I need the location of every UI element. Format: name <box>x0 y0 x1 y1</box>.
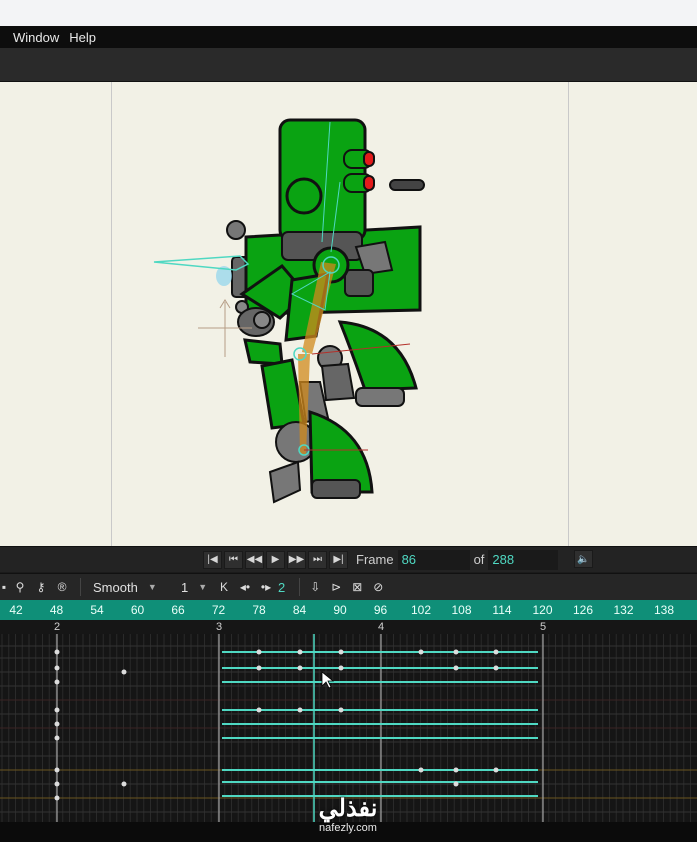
ruler-label: 96 <box>373 603 388 617</box>
keyframe-dot <box>54 735 60 741</box>
keyframe-dot <box>297 665 303 671</box>
keyframe-dot <box>493 767 499 773</box>
chevron-down-icon: ▼ <box>198 582 208 592</box>
ruler-label: 54 <box>90 603 104 617</box>
keyframe-dot <box>338 665 344 671</box>
watermark-logo: نفذلي nafezly.com <box>318 795 378 835</box>
watermark-arabic: نفذلي <box>318 795 378 822</box>
keyframe-dot <box>54 679 60 685</box>
stage-canvas[interactable] <box>0 82 697 546</box>
tool-clipped-icon[interactable]: ▪ <box>0 578 8 596</box>
keyframe-dot <box>453 649 459 655</box>
keyframe-dot <box>453 665 459 671</box>
keyframe-k-icon[interactable]: K <box>215 578 233 596</box>
keyframe-dot <box>493 649 499 655</box>
ruler-label: 48 <box>49 603 64 617</box>
keyframe-dot <box>54 767 60 773</box>
play-button[interactable]: ▶ <box>266 550 285 569</box>
interpolation-dropdown[interactable]: Smooth ▼ <box>87 577 175 597</box>
timeline-tracks[interactable] <box>0 634 697 822</box>
first-frame-button[interactable]: |◀ <box>203 550 222 569</box>
keyframe-marker-row: 2 3 4 5 <box>0 620 697 634</box>
ruler-label: 114 <box>492 603 512 617</box>
ruler-label: 78 <box>252 603 266 617</box>
step-dropdown[interactable]: 1 ▼ <box>175 577 215 597</box>
keyframe-dot <box>54 721 60 727</box>
keyframe-dot <box>338 649 344 655</box>
keyframe-dot <box>256 649 262 655</box>
ruler-label: 120 <box>532 603 553 617</box>
keyframe-dot <box>418 649 424 655</box>
volume-icon[interactable]: 🔈 <box>574 550 593 568</box>
keyframe-dot <box>54 649 60 655</box>
ruler-label: 132 <box>613 603 634 617</box>
ruler-label: 90 <box>333 603 347 617</box>
keyframe-dot <box>493 665 499 671</box>
keyframe-dot <box>453 767 459 773</box>
key-shape-icon[interactable]: ⊳ <box>327 578 345 596</box>
ruler-label: 42 <box>9 603 23 617</box>
robot-character[interactable] <box>0 82 697 546</box>
separator <box>299 578 301 596</box>
ruler-label: 138 <box>653 603 675 617</box>
keyframe-marker-label: 3 <box>216 621 223 633</box>
ruler-label: 126 <box>572 603 594 617</box>
menu-window[interactable]: Window <box>13 30 59 45</box>
total-frames-field[interactable]: 288 <box>488 549 559 570</box>
menu-bar: Window Help <box>0 26 697 48</box>
step-forward-button[interactable]: ▶▶ <box>287 550 306 569</box>
separator <box>80 578 81 596</box>
frame-label: Frame <box>356 552 394 567</box>
bone-tool-icon[interactable]: ⚲ <box>11 578 29 596</box>
ruler-label: 72 <box>211 603 226 617</box>
browser-top-strip <box>0 0 697 26</box>
of-label: of <box>473 552 485 567</box>
ruler-label: 66 <box>171 603 185 617</box>
keyframe-dot <box>256 707 262 713</box>
keyframe-dot <box>297 649 303 655</box>
ruler-label: 108 <box>451 603 472 617</box>
keyframe-dot <box>54 707 60 713</box>
keyframe-dot <box>418 767 424 773</box>
key-left-icon[interactable]: ◂• <box>236 578 254 596</box>
step-value: 1 <box>181 579 189 595</box>
step-back-button[interactable]: ◀◀ <box>245 550 264 569</box>
ruler-label: 102 <box>410 603 432 617</box>
keyframe-dot <box>453 781 459 787</box>
last-frame-button[interactable]: ▶| <box>329 550 348 569</box>
keyframe-marker-label: 5 <box>540 621 547 633</box>
timeline-toolbar: ▪ ⚲ ⚷ ® Smooth ▼ 1 ▼ K ◂• •▸ 2 ⇩ ⊳ ⊠ ⊘ <box>0 573 697 600</box>
reset-tool-icon[interactable]: ® <box>53 578 71 596</box>
interpolation-value: Smooth <box>93 579 138 595</box>
keyframe-dot <box>54 795 60 801</box>
playback-bar: |◀ ⏮ ◀◀ ▶ ▶▶ ⏭ ▶| Frame 86 of 288 🔈 <box>0 546 697 572</box>
tools-bar <box>0 48 697 82</box>
menu-help[interactable]: Help <box>69 30 96 45</box>
keyframe-dot <box>121 781 127 787</box>
watermark-url: nafezly.com <box>319 822 377 834</box>
keyframe-marker-label: 4 <box>378 621 385 633</box>
next-keyframe-button[interactable]: ⏭ <box>308 550 327 569</box>
key-step-value: 2 <box>278 579 286 595</box>
delete-key-icon[interactable]: ⊠ <box>348 578 366 596</box>
previous-keyframe-button[interactable]: ⏮ <box>224 550 243 569</box>
key-right-icon[interactable]: •▸ <box>257 578 275 596</box>
keyframe-dot <box>256 665 262 671</box>
keyframe-dot <box>338 707 344 713</box>
key-tool-icon[interactable]: ⚷ <box>32 578 50 596</box>
keyframe-marker-label: 2 <box>54 621 61 633</box>
keyframe-dot <box>121 669 127 675</box>
ruler-label: 84 <box>292 603 307 617</box>
clear-key-icon[interactable]: ⊘ <box>369 578 387 596</box>
keyframe-dot <box>54 781 60 787</box>
current-frame-field[interactable]: 86 <box>397 549 470 570</box>
insert-key-icon[interactable]: ⇩ <box>306 578 324 596</box>
keyframe-dot <box>54 665 60 671</box>
ruler-label: 60 <box>130 603 145 617</box>
chevron-down-icon: ▼ <box>147 582 157 592</box>
frame-ruler[interactable]: 42 48 54 60 66 72 78 84 90 96 102 108 114 120 126 132 13… <box>0 600 697 620</box>
keyframe-dot <box>297 707 303 713</box>
track-grid <box>0 634 697 822</box>
